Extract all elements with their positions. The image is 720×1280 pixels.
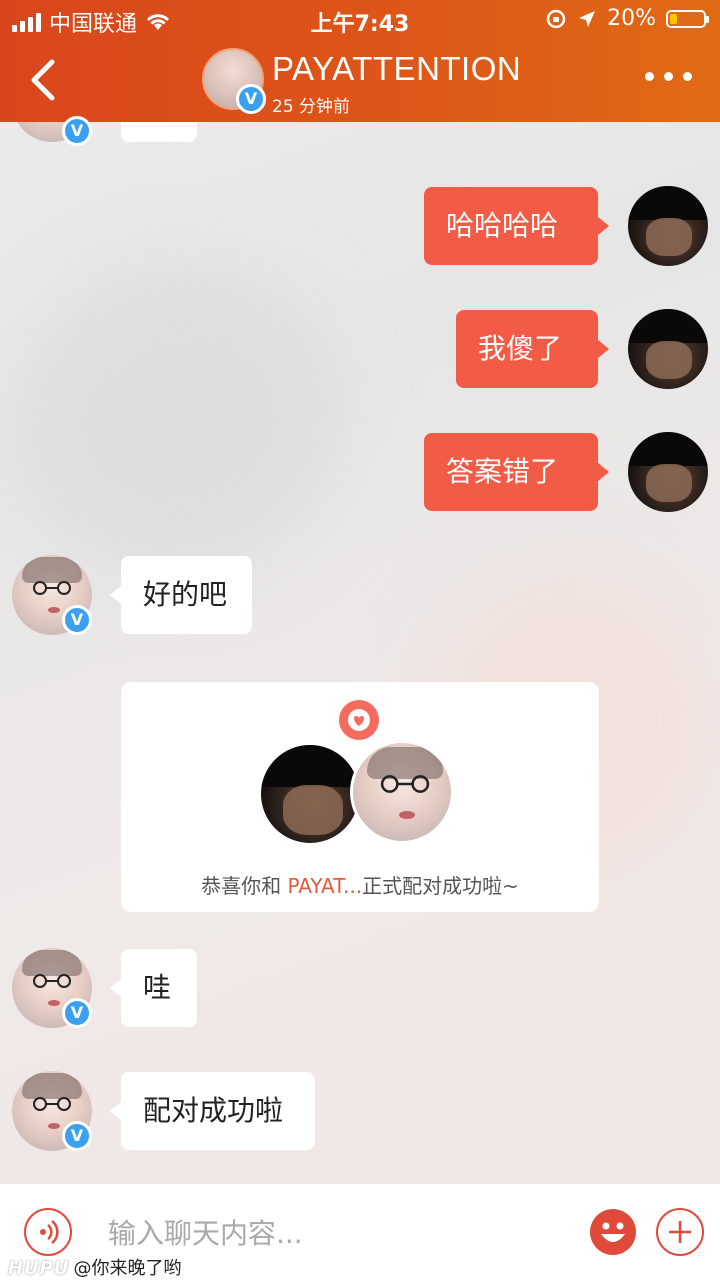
my-avatar	[258, 742, 362, 846]
match-success-card[interactable]: 恭喜你和 PAYAT...正式配对成功啦~	[121, 682, 599, 912]
message-bubble-sent[interactable]: 答案错了	[424, 433, 609, 511]
battery-percent: 20%	[607, 6, 656, 31]
message-bubble-received[interactable]: 哇	[110, 949, 197, 1027]
contact-name: PAYATTENTION	[272, 50, 522, 87]
verified-badge: V	[62, 998, 92, 1028]
message-bubble-sent[interactable]: 哈哈哈哈	[424, 187, 609, 265]
match-suffix: 正式配对成功啦~	[362, 874, 519, 898]
more-options-button[interactable]	[645, 72, 692, 81]
back-button[interactable]	[24, 56, 64, 104]
match-prefix: 恭喜你和	[201, 874, 288, 898]
background-blur	[20, 260, 340, 580]
status-bar: 中国联通 上午7:43 20%	[0, 0, 720, 38]
rotation-lock-icon	[546, 9, 566, 28]
location-icon	[579, 10, 596, 27]
verified-badge: V	[62, 116, 92, 146]
message-input[interactable]	[106, 1206, 550, 1260]
verified-badge: V	[62, 605, 92, 635]
emoji-button[interactable]	[589, 1208, 637, 1256]
my-avatar[interactable]	[628, 309, 708, 389]
plus-button[interactable]	[656, 1208, 704, 1256]
contact-avatar	[350, 740, 454, 844]
my-avatar[interactable]	[628, 186, 708, 266]
voice-icon	[40, 1220, 59, 1244]
watermark-brand: HUPU	[8, 1258, 70, 1279]
plus-icon	[669, 1221, 691, 1243]
my-avatar[interactable]	[628, 432, 708, 512]
voice-button[interactable]	[24, 1208, 72, 1256]
watermark-user: @你来晚了哟	[73, 1258, 182, 1279]
heart-chat-icon	[339, 700, 379, 740]
verified-badge: V	[236, 84, 266, 114]
message-bubble-received[interactable]: 配对成功啦	[110, 1072, 315, 1150]
match-message: 恭喜你和 PAYAT...正式配对成功啦~	[121, 870, 599, 899]
message-bubble-sent[interactable]: 我傻了	[456, 310, 609, 388]
match-name: PAYAT...	[287, 874, 363, 898]
verified-badge: V	[62, 1121, 92, 1151]
chat-header: 中国联通 上午7:43 20% V PAYATTENTION 25 分钟前	[0, 0, 720, 122]
watermark: HUPU @你来晚了哟	[8, 1254, 182, 1280]
message-bubble-received[interactable]: 好的吧	[110, 556, 252, 634]
message-bubble-partial	[121, 122, 197, 142]
battery-icon	[666, 9, 709, 28]
last-active: 25 分钟前	[272, 97, 351, 117]
